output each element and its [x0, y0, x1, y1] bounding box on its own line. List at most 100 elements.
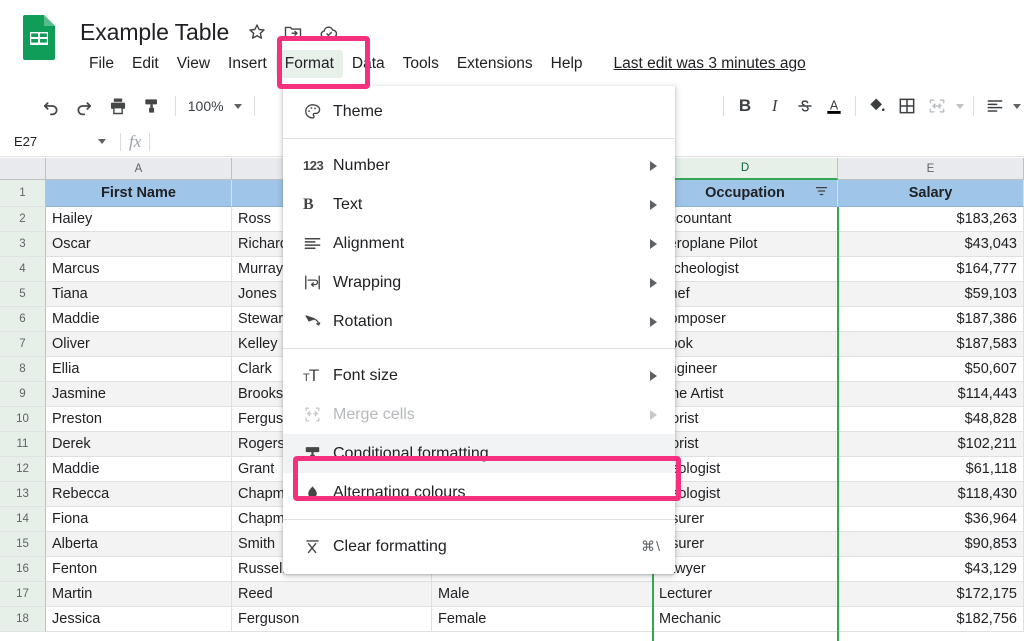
cell-A13[interactable]: Rebecca — [46, 482, 232, 507]
cell-A15[interactable]: Alberta — [46, 532, 232, 557]
cell-B18[interactable]: Ferguson — [232, 607, 432, 632]
cell-E10[interactable]: $48,828 — [838, 407, 1024, 432]
cell-D9[interactable]: Fine Artist — [653, 382, 838, 407]
cell-E8[interactable]: $50,607 — [838, 357, 1024, 382]
cell-D6[interactable]: Composer — [653, 307, 838, 332]
menu-item-conditional-formatting[interactable]: Conditional formatting — [283, 434, 675, 473]
menu-item-theme[interactable]: Theme — [283, 92, 675, 131]
fill-color-button[interactable] — [862, 91, 892, 121]
paint-format-icon[interactable] — [135, 91, 169, 121]
text-color-button[interactable]: A — [819, 91, 849, 121]
last-edit-status[interactable]: Last edit was 3 minutes ago — [614, 55, 806, 73]
cell-A3[interactable]: Oscar — [46, 232, 232, 257]
cell-D10[interactable]: Florist — [653, 407, 838, 432]
menu-item-view[interactable]: View — [168, 50, 219, 78]
menu-item-insert[interactable]: Insert — [219, 50, 276, 78]
cell-A12[interactable]: Maddie — [46, 457, 232, 482]
cell-E18[interactable]: $182,756 — [838, 607, 1024, 632]
cell-E12[interactable]: $61,118 — [838, 457, 1024, 482]
menu-item-font-size[interactable]: TT Font size — [283, 356, 675, 395]
menu-item-clear-formatting[interactable]: Clear formatting ⌘\ — [283, 527, 675, 566]
cell-E7[interactable]: $187,583 — [838, 332, 1024, 357]
menu-item-text[interactable]: B Text — [283, 185, 675, 224]
row-header-7[interactable]: 7 — [0, 332, 46, 357]
cell-E16[interactable]: $43,129 — [838, 557, 1024, 582]
cell-D12[interactable]: Geologist — [653, 457, 838, 482]
menu-item-wrapping[interactable]: Wrapping — [283, 263, 675, 302]
merge-cells-button[interactable] — [922, 91, 952, 121]
column-header-a[interactable]: A — [46, 158, 232, 180]
menu-item-alignment[interactable]: Alignment — [283, 224, 675, 263]
cell-A4[interactable]: Marcus — [46, 257, 232, 282]
cell-B17[interactable]: Reed — [232, 582, 432, 607]
page-title[interactable]: Example Table — [80, 18, 229, 46]
move-to-folder-icon[interactable] — [283, 22, 303, 42]
cell-E17[interactable]: $172,175 — [838, 582, 1024, 607]
cell-D17[interactable]: Lecturer — [653, 582, 838, 607]
row-header-8[interactable]: 8 — [0, 357, 46, 382]
row-header-3[interactable]: 3 — [0, 232, 46, 257]
row-header-18[interactable]: 18 — [0, 607, 46, 632]
cell-A18[interactable]: Jessica — [46, 607, 232, 632]
column-header-d[interactable]: D — [653, 158, 838, 180]
cell-D3[interactable]: Aeroplane Pilot — [653, 232, 838, 257]
menu-item-tools[interactable]: Tools — [394, 50, 448, 78]
print-icon[interactable] — [101, 91, 135, 121]
align-chevron-icon[interactable] — [1010, 91, 1024, 121]
row-header-14[interactable]: 14 — [0, 507, 46, 532]
cell-D14[interactable]: Insurer — [653, 507, 838, 532]
row-header-2[interactable]: 2 — [0, 207, 46, 232]
cell-E2[interactable]: $183,263 — [838, 207, 1024, 232]
menu-item-file[interactable]: File — [80, 50, 123, 78]
horizontal-align-button[interactable] — [980, 91, 1010, 121]
italic-button[interactable]: I — [760, 91, 790, 121]
cell-E14[interactable]: $36,964 — [838, 507, 1024, 532]
cell-E6[interactable]: $187,386 — [838, 307, 1024, 332]
cloud-saved-icon[interactable] — [319, 22, 339, 42]
cell-D4[interactable]: Archeologist — [653, 257, 838, 282]
row-header-10[interactable]: 10 — [0, 407, 46, 432]
cell-D8[interactable]: Engineer — [653, 357, 838, 382]
menu-item-number[interactable]: 123 Number — [283, 146, 675, 185]
row-header-16[interactable]: 16 — [0, 557, 46, 582]
merge-cells-chevron-icon[interactable] — [952, 91, 968, 121]
row-header-1[interactable]: 1 — [0, 180, 46, 207]
menu-item-alternating-colours[interactable]: Alternating colours — [283, 473, 675, 512]
cell-E4[interactable]: $164,777 — [838, 257, 1024, 282]
cell-D5[interactable]: Chef — [653, 282, 838, 307]
row-header-13[interactable]: 13 — [0, 482, 46, 507]
cell-A9[interactable]: Jasmine — [46, 382, 232, 407]
menu-item-extensions[interactable]: Extensions — [448, 50, 542, 78]
menu-item-edit[interactable]: Edit — [123, 50, 168, 78]
cell-e1[interactable]: Salary — [838, 180, 1024, 207]
cell-D16[interactable]: Lawyer — [653, 557, 838, 582]
cell-E5[interactable]: $59,103 — [838, 282, 1024, 307]
cell-D18[interactable]: Mechanic — [653, 607, 838, 632]
cell-D13[interactable]: Geologist — [653, 482, 838, 507]
menu-item-rotation[interactable]: Rotation — [283, 302, 675, 341]
star-icon[interactable] — [247, 22, 267, 42]
row-header-17[interactable]: 17 — [0, 582, 46, 607]
filter-icon[interactable] — [814, 184, 829, 203]
cell-E13[interactable]: $118,430 — [838, 482, 1024, 507]
cell-A7[interactable]: Oliver — [46, 332, 232, 357]
cell-A2[interactable]: Hailey — [46, 207, 232, 232]
row-header-6[interactable]: 6 — [0, 307, 46, 332]
name-box[interactable]: E27 — [8, 130, 112, 154]
undo-icon[interactable] — [34, 91, 68, 121]
cell-C17[interactable]: Male — [432, 582, 653, 607]
cell-D11[interactable]: Florist — [653, 432, 838, 457]
cell-A16[interactable]: Fenton — [46, 557, 232, 582]
cell-E11[interactable]: $102,211 — [838, 432, 1024, 457]
borders-button[interactable] — [892, 91, 922, 121]
cell-A11[interactable]: Derek — [46, 432, 232, 457]
cell-D15[interactable]: Insurer — [653, 532, 838, 557]
select-all-corner[interactable] — [0, 158, 46, 180]
cell-A14[interactable]: Fiona — [46, 507, 232, 532]
cell-D2[interactable]: Accountant — [653, 207, 838, 232]
strikethrough-button[interactable] — [790, 91, 820, 121]
row-header-4[interactable]: 4 — [0, 257, 46, 282]
cell-C18[interactable]: Female — [432, 607, 653, 632]
menu-item-format[interactable]: Format — [275, 50, 343, 78]
redo-icon[interactable] — [68, 91, 102, 121]
